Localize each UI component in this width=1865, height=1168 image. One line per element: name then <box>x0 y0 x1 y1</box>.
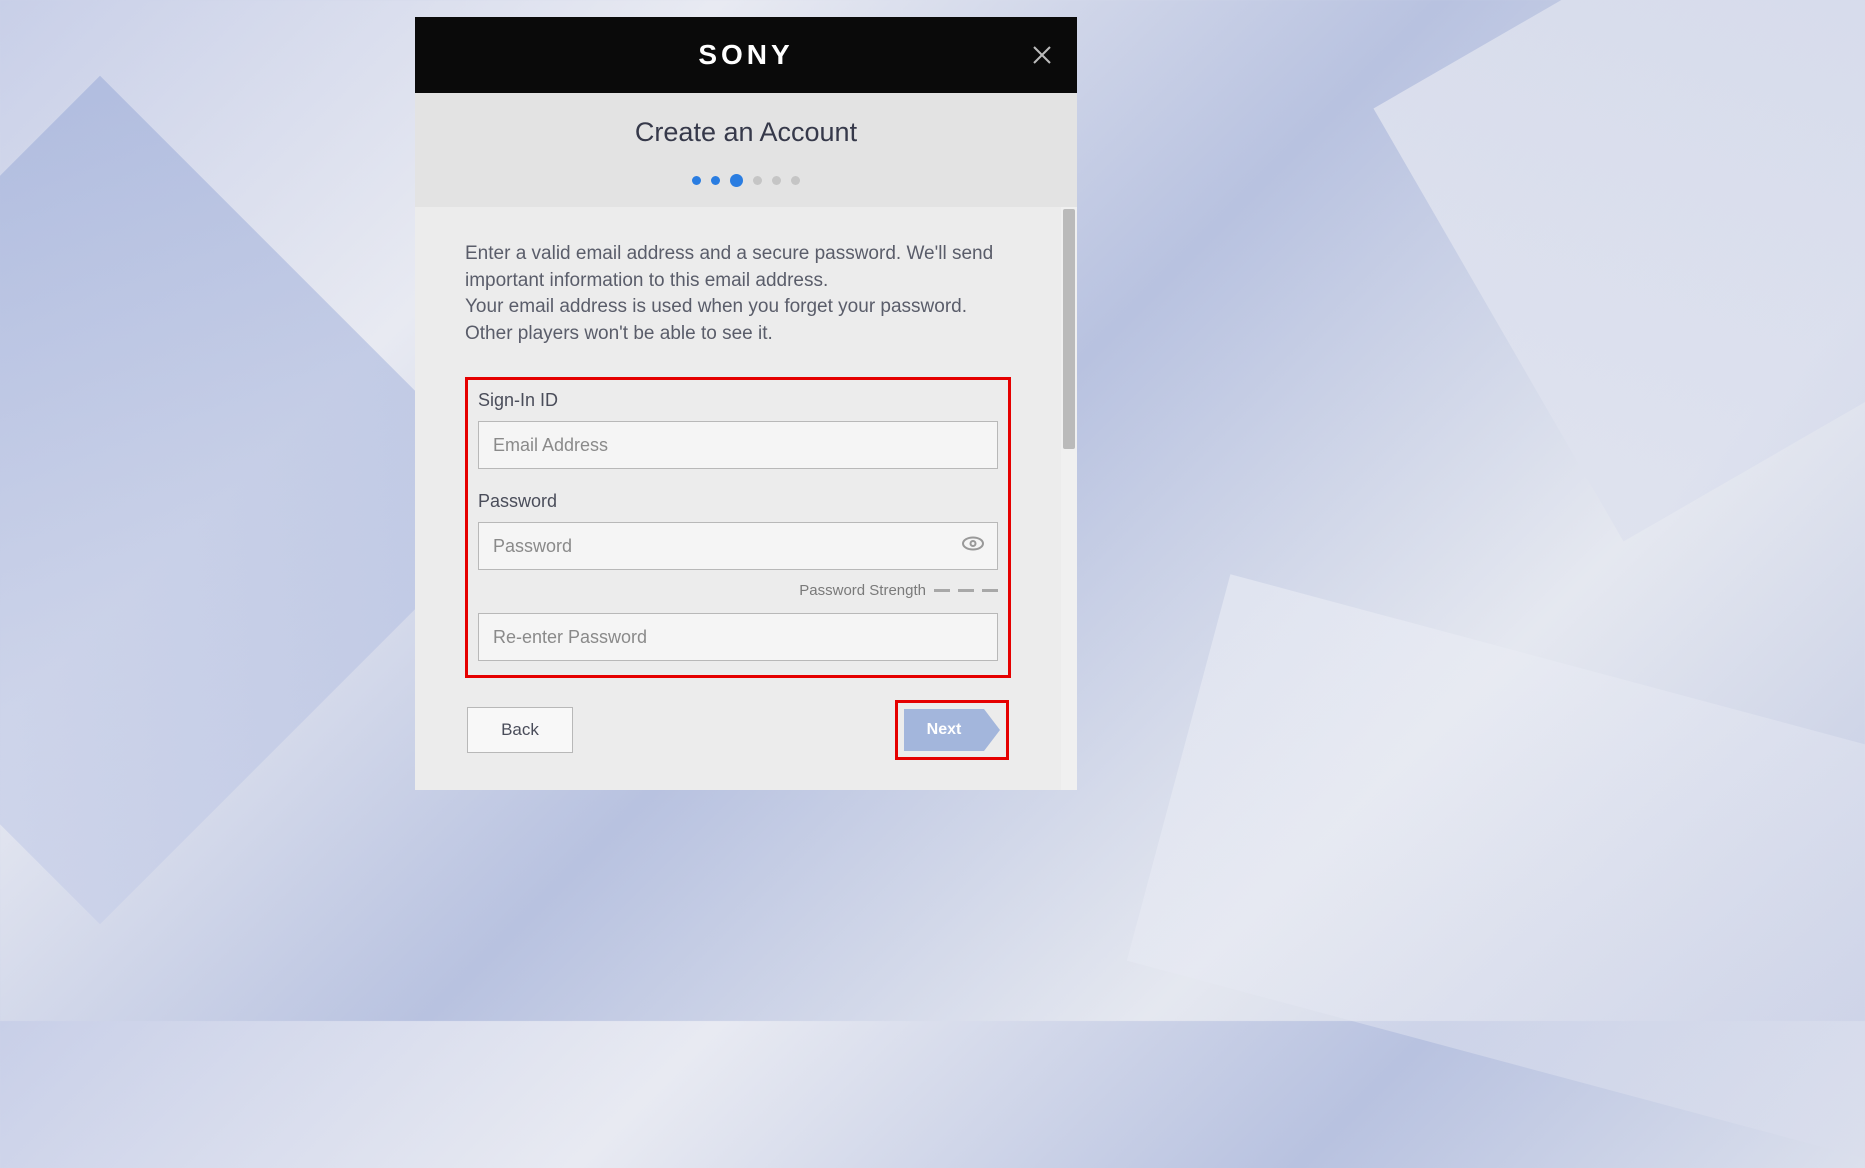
password-group: Password Password Strength <box>478 491 998 661</box>
password-strength-label: Password Strength <box>799 582 926 599</box>
reenter-password-field[interactable] <box>478 613 998 661</box>
modal-header: SONY <box>415 17 1077 93</box>
create-account-modal: SONY Create an Account Enter a valid ema… <box>415 17 1077 790</box>
sony-logo: SONY <box>698 39 793 71</box>
close-button[interactable] <box>1027 40 1057 70</box>
scrollbar-thumb[interactable] <box>1063 209 1075 449</box>
modal-body: Enter a valid email address and a secure… <box>415 207 1061 790</box>
password-field[interactable] <box>478 522 998 570</box>
back-button[interactable]: Back <box>467 707 573 753</box>
close-icon <box>1030 43 1054 67</box>
step-dot-3-current <box>730 174 743 187</box>
eye-icon <box>962 536 984 552</box>
step-dot-6 <box>791 176 800 185</box>
page-title: Create an Account <box>415 117 1077 148</box>
password-strength-row: Password Strength <box>478 582 998 599</box>
step-dot-2 <box>711 176 720 185</box>
form-highlight-annotation: Sign-In ID Password <box>465 377 1011 678</box>
password-strength-bar-2 <box>958 589 974 592</box>
password-strength-bar-3 <box>982 589 998 592</box>
scrollbar[interactable] <box>1061 207 1077 790</box>
email-field[interactable] <box>478 421 998 469</box>
password-strength-bar-1 <box>934 589 950 592</box>
signin-id-group: Sign-In ID <box>478 390 998 469</box>
password-label: Password <box>478 491 998 512</box>
step-dot-4 <box>753 176 762 185</box>
button-row: Back Next <box>465 700 1011 760</box>
modal-title-area: Create an Account <box>415 93 1077 207</box>
signin-id-label: Sign-In ID <box>478 390 998 411</box>
next-button[interactable]: Next <box>904 709 984 751</box>
step-dot-1 <box>692 176 701 185</box>
step-dot-5 <box>772 176 781 185</box>
instructions-text: Enter a valid email address and a secure… <box>465 241 1011 347</box>
toggle-password-visibility[interactable] <box>962 536 984 557</box>
next-highlight-annotation: Next <box>895 700 1009 760</box>
progress-stepper <box>415 176 1077 187</box>
